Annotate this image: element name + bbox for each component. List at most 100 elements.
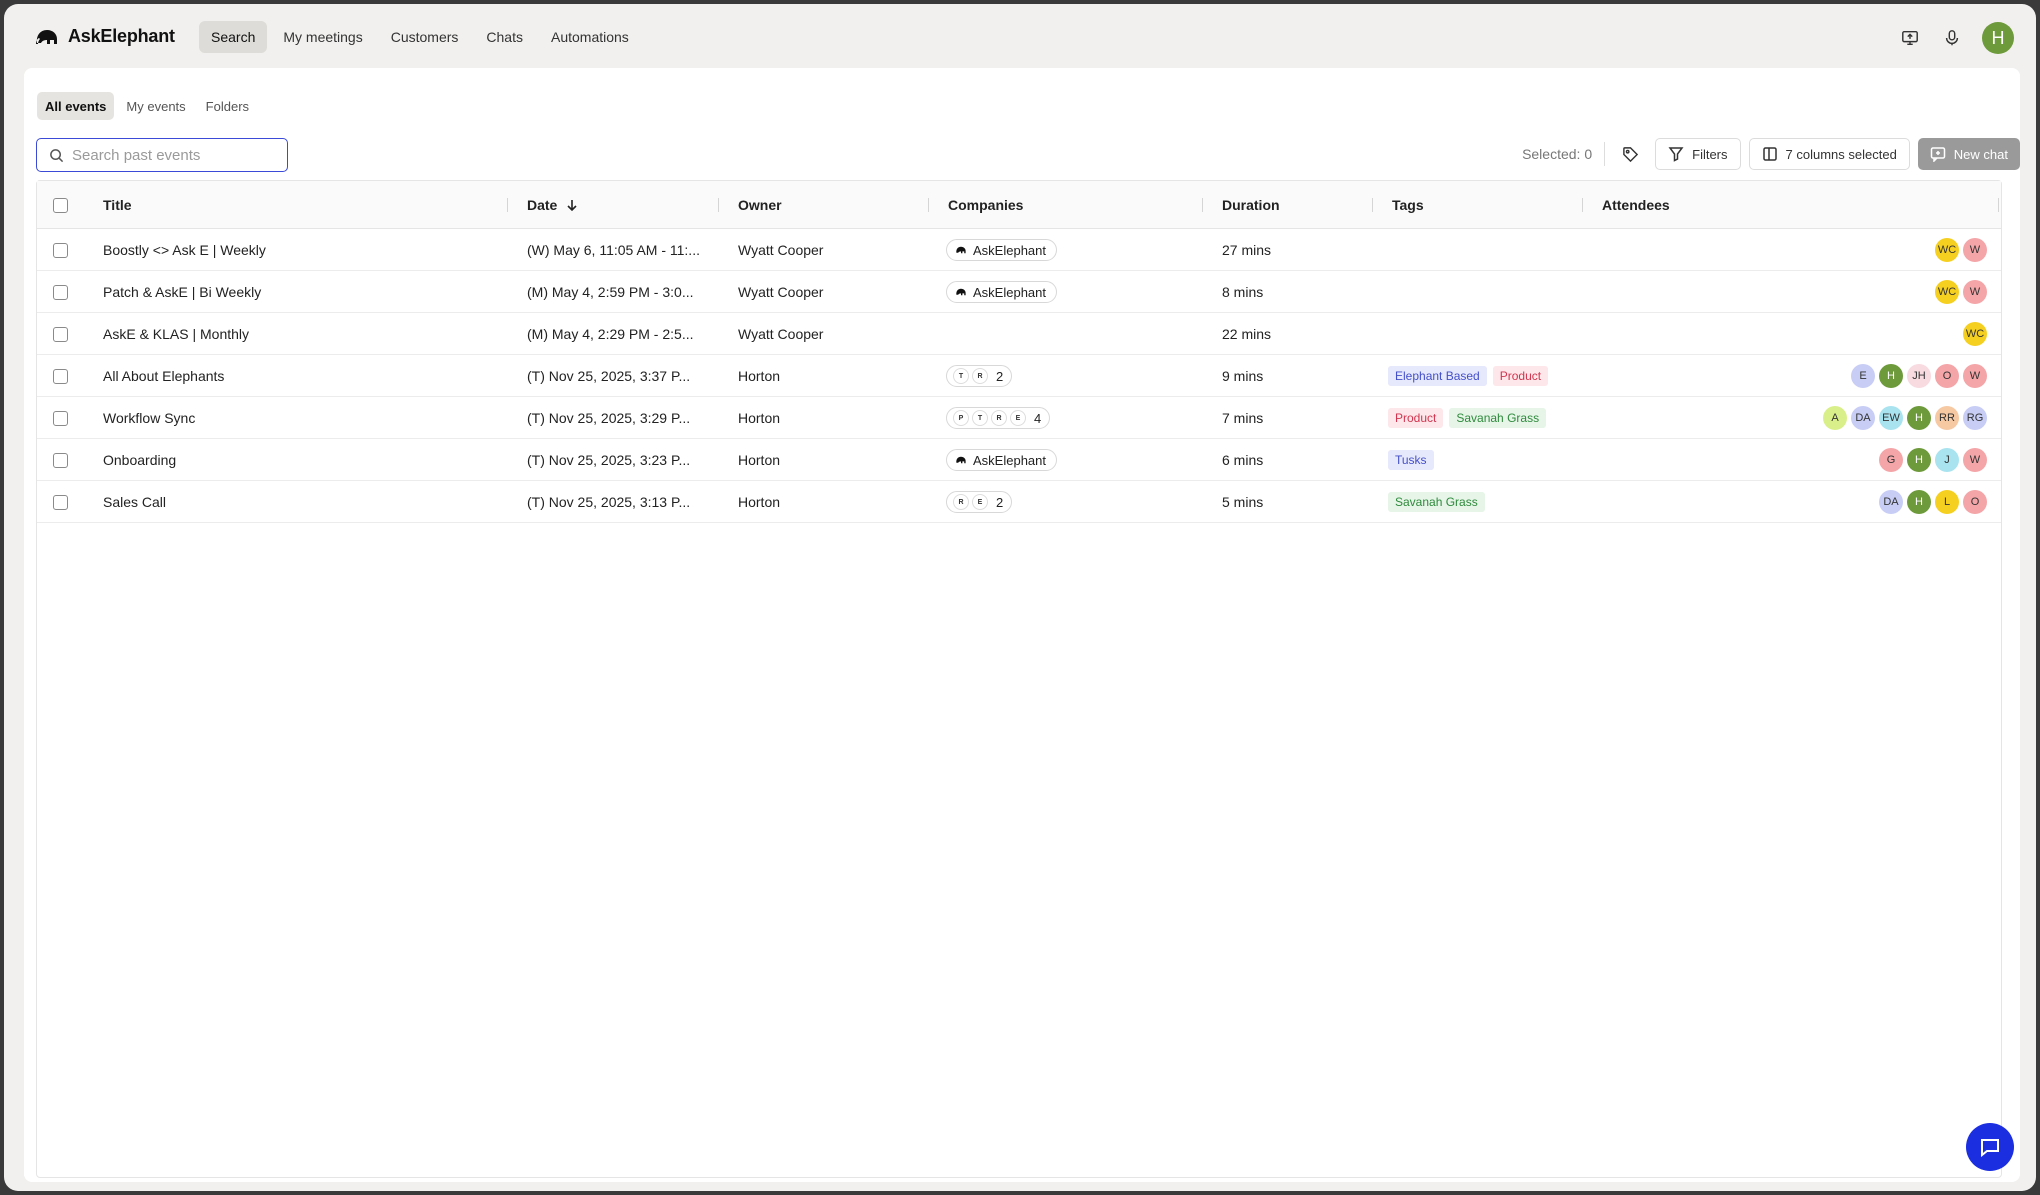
filters-button[interactable]: Filters: [1655, 138, 1741, 170]
column-resize-handle[interactable]: [1582, 198, 1583, 212]
row-select-cell: [53, 481, 68, 523]
table-row[interactable]: AskE & KLAS | Monthly (M) May 4, 2:29 PM …: [37, 313, 2001, 355]
column-header-attendees[interactable]: Attendees: [1602, 181, 1670, 229]
nav-item-my-meetings[interactable]: My meetings: [271, 21, 374, 53]
support-chat-button[interactable]: [1966, 1123, 2014, 1171]
microphone-icon[interactable]: [1940, 26, 1964, 50]
attendee-avatar[interactable]: W: [1963, 448, 1987, 472]
row-checkbox[interactable]: [53, 242, 68, 258]
attendee-avatar[interactable]: DA: [1851, 406, 1875, 430]
attendee-avatar[interactable]: RR: [1935, 406, 1959, 430]
column-resize-handle[interactable]: [718, 198, 719, 212]
tag-badge[interactable]: Tusks: [1388, 450, 1434, 470]
attendee-avatar[interactable]: H: [1907, 406, 1931, 430]
attendee-avatar[interactable]: O: [1935, 364, 1959, 388]
column-header-duration[interactable]: Duration: [1222, 181, 1280, 229]
event-duration: 22 mins: [1222, 326, 1272, 342]
table-toolbar: Selected: 0 Filters 7 columns selected N…: [1522, 138, 2020, 170]
tag-badge[interactable]: Savanah Grass: [1388, 492, 1485, 512]
tab-folders[interactable]: Folders: [198, 92, 257, 120]
attendee-avatar[interactable]: JH: [1907, 364, 1931, 388]
attendee-avatar[interactable]: EW: [1879, 406, 1903, 430]
column-header-date[interactable]: Date: [527, 181, 579, 229]
event-owner: Horton: [738, 452, 781, 468]
tag-badge[interactable]: Product: [1492, 366, 1549, 386]
attendee-avatar[interactable]: WC: [1935, 280, 1959, 304]
column-resize-handle[interactable]: [507, 198, 508, 212]
table-row[interactable]: Patch & AskE | Bi Weekly (M) May 4, 2:59 …: [37, 271, 2001, 313]
company-pill[interactable]: AskElephant: [946, 281, 1057, 303]
user-avatar[interactable]: H: [1982, 22, 2014, 54]
row-checkbox[interactable]: [53, 284, 68, 300]
nav-item-automations[interactable]: Automations: [539, 21, 641, 53]
column-resize-handle[interactable]: [1202, 198, 1203, 212]
tab-all-events[interactable]: All events: [37, 92, 115, 120]
attendee-avatar[interactable]: WC: [1963, 322, 1987, 346]
table-row[interactable]: Onboarding (T) Nov 25, 2025, 3:23 P... Hor…: [37, 439, 2001, 481]
row-checkbox[interactable]: [53, 368, 68, 384]
company-pill[interactable]: AskElephant: [946, 239, 1057, 261]
company-logo-stack[interactable]: TR2: [946, 365, 1013, 387]
columns-button[interactable]: 7 columns selected: [1748, 138, 1910, 170]
attendee-avatar[interactable]: W: [1963, 364, 1987, 388]
search-input[interactable]: [72, 146, 272, 164]
company-pill[interactable]: AskElephant: [946, 449, 1057, 471]
attendee-avatar[interactable]: E: [1851, 364, 1875, 388]
event-title[interactable]: Boostly <> Ask E | Weekly: [103, 229, 493, 271]
event-title[interactable]: Patch & AskE | Bi Weekly: [103, 271, 493, 313]
attendee-avatar[interactable]: H: [1907, 448, 1931, 472]
filters-label: Filters: [1692, 146, 1728, 162]
table-row[interactable]: Boostly <> Ask E | Weekly (W) May 6, 11:0…: [37, 229, 2001, 271]
company-logo-stack[interactable]: RE2: [946, 491, 1013, 513]
attendee-avatar[interactable]: G: [1879, 448, 1903, 472]
row-checkbox[interactable]: [53, 326, 68, 342]
table-row[interactable]: Sales Call (T) Nov 25, 2025, 3:13 P... Hor…: [37, 481, 2001, 523]
attendee-avatar[interactable]: W: [1963, 238, 1987, 262]
screen-share-icon[interactable]: [1898, 26, 1922, 50]
event-title[interactable]: AskE & KLAS | Monthly: [103, 313, 493, 355]
nav-item-customers[interactable]: Customers: [379, 21, 471, 53]
event-duration: 5 mins: [1222, 494, 1264, 510]
event-companies: TR2: [946, 355, 1196, 397]
brand[interactable]: AskElephant: [34, 26, 175, 47]
column-resize-handle[interactable]: [1372, 198, 1373, 212]
column-resize-handle[interactable]: [928, 198, 929, 212]
event-title[interactable]: Onboarding: [103, 439, 493, 481]
attendee-avatar[interactable]: WC: [1935, 238, 1959, 262]
event-duration: 7 mins: [1222, 410, 1264, 426]
attendee-avatar[interactable]: W: [1963, 280, 1987, 304]
table-row[interactable]: Workflow Sync (T) Nov 25, 2025, 3:29 P...…: [37, 397, 2001, 439]
tag-badge[interactable]: Product: [1388, 408, 1444, 428]
column-resize-handle[interactable]: [1998, 198, 1999, 212]
tab-my-events[interactable]: My events: [118, 92, 193, 120]
column-header-tags[interactable]: Tags: [1392, 181, 1424, 229]
column-header-title[interactable]: Title: [103, 181, 132, 229]
attendee-avatar[interactable]: H: [1879, 364, 1903, 388]
company-logo-stack[interactable]: PTRE4: [946, 407, 1051, 429]
attendee-avatar[interactable]: J: [1935, 448, 1959, 472]
attendee-avatar[interactable]: A: [1823, 406, 1847, 430]
event-date: (M) May 4, 2:29 PM - 2:5...: [527, 326, 694, 342]
attendee-avatar[interactable]: DA: [1879, 490, 1903, 514]
row-checkbox[interactable]: [53, 452, 68, 468]
event-title[interactable]: Workflow Sync: [103, 397, 493, 439]
nav-item-chats[interactable]: Chats: [474, 21, 535, 53]
tag-badge[interactable]: Savanah Grass: [1449, 408, 1547, 428]
select-all-checkbox[interactable]: [53, 197, 68, 213]
tag-button[interactable]: [1613, 138, 1647, 170]
new-chat-button[interactable]: New chat: [1917, 138, 2020, 170]
attendee-avatar[interactable]: O: [1963, 490, 1987, 514]
attendee-avatar[interactable]: L: [1935, 490, 1959, 514]
row-select-cell: [53, 355, 68, 397]
tag-badge[interactable]: Elephant Based: [1388, 366, 1487, 386]
nav-item-search[interactable]: Search: [199, 21, 268, 53]
column-header-owner[interactable]: Owner: [738, 181, 782, 229]
event-title[interactable]: Sales Call: [103, 481, 493, 523]
row-checkbox[interactable]: [53, 494, 68, 510]
event-title[interactable]: All About Elephants: [103, 355, 493, 397]
row-checkbox[interactable]: [53, 410, 68, 426]
column-header-companies[interactable]: Companies: [948, 181, 1023, 229]
attendee-avatar[interactable]: RG: [1963, 406, 1987, 430]
attendee-avatar[interactable]: H: [1907, 490, 1931, 514]
table-row[interactable]: All About Elephants (T) Nov 25, 2025, 3:3…: [37, 355, 2001, 397]
